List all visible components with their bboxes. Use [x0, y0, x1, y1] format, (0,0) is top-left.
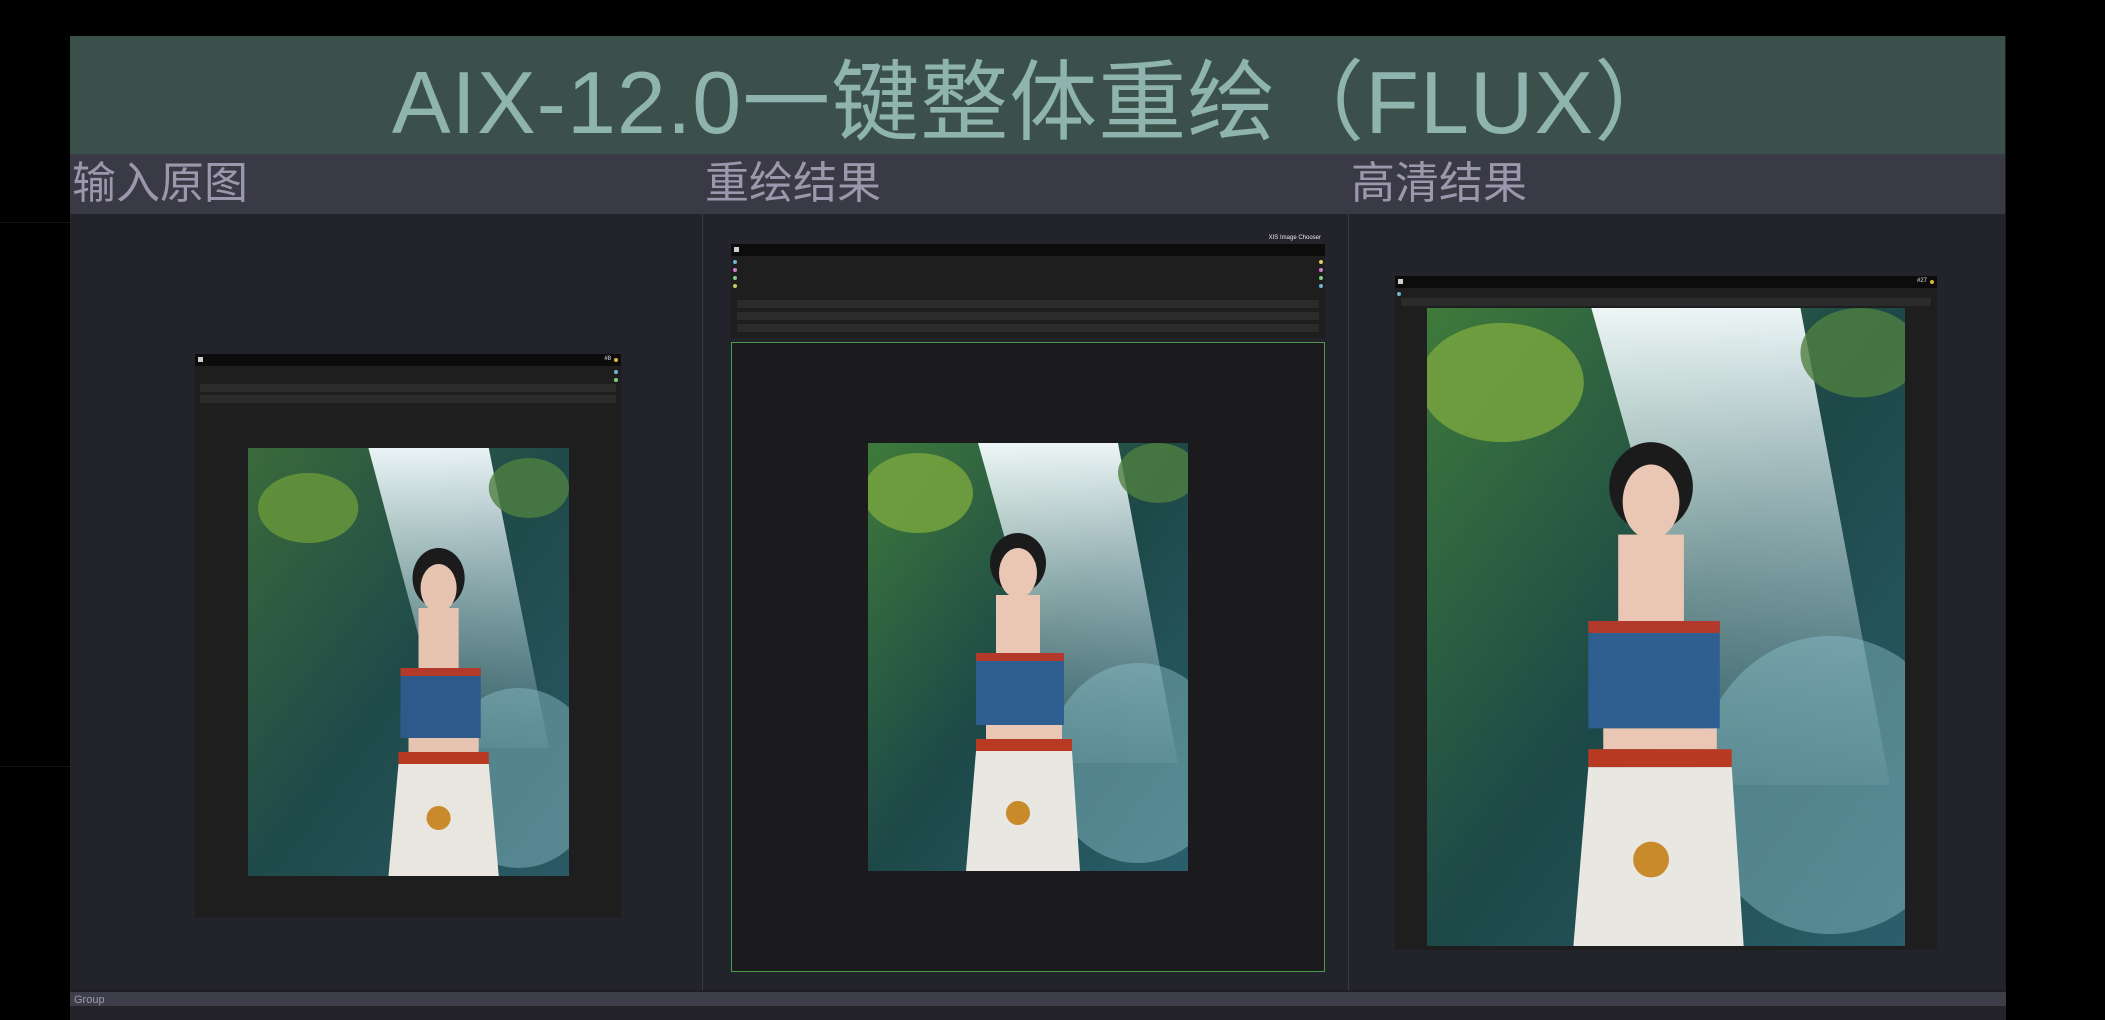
canvas-link-line: [0, 222, 70, 223]
load-image-node[interactable]: #8: [195, 354, 621, 918]
chooser-preview-area[interactable]: [731, 342, 1325, 972]
node-title-bar[interactable]: [731, 244, 1325, 256]
input-port[interactable]: [733, 284, 737, 288]
output-port[interactable]: [1319, 284, 1323, 288]
redraw-image[interactable]: [868, 443, 1188, 871]
column-header-redraw: 重绘结果: [703, 154, 1348, 214]
node-status-icon: [1930, 280, 1934, 284]
column-header-hd: 高清结果: [1349, 154, 2005, 214]
preview-image-node[interactable]: #27: [1395, 276, 1937, 950]
node-widget[interactable]: [200, 384, 616, 392]
canvas-link-line: [0, 766, 70, 767]
output-port[interactable]: [1319, 276, 1323, 280]
output-port[interactable]: [1319, 268, 1323, 272]
node-widget[interactable]: [737, 300, 1319, 308]
group-footer-band: [70, 1006, 2006, 1020]
hd-image: [1427, 308, 1905, 946]
node-widget[interactable]: [737, 324, 1319, 332]
node-widget[interactable]: [200, 395, 616, 403]
column-redraw: 重绘结果 XIS Image Chooser: [703, 154, 1348, 990]
output-port[interactable]: [1319, 260, 1323, 264]
column-hd: 高清结果 #27: [1349, 154, 2005, 990]
input-port[interactable]: [733, 268, 737, 272]
node-badge: #8: [604, 356, 611, 362]
input-port[interactable]: [733, 276, 737, 280]
node-badge: #27: [1916, 278, 1927, 284]
group-label: Group: [74, 994, 105, 1006]
node-title-bar[interactable]: [195, 354, 621, 366]
page-title: AIX-12.0一键整体重绘（FLUX）: [391, 52, 1684, 152]
node-widget[interactable]: [737, 312, 1319, 320]
output-port[interactable]: [614, 378, 618, 382]
image-chooser-node[interactable]: XIS Image Chooser: [731, 235, 1325, 338]
input-image: [248, 448, 569, 876]
node-collapse-icon[interactable]: [1398, 279, 1403, 284]
node-title: XIS Image Chooser: [1268, 235, 1321, 241]
title-bar: AIX-12.0一键整体重绘（FLUX）: [70, 36, 2005, 154]
column-input: 输入原图 #8: [70, 154, 702, 990]
output-port[interactable]: [614, 370, 618, 374]
node-collapse-icon[interactable]: [734, 247, 739, 252]
column-header-input: 输入原图: [70, 154, 702, 214]
node-title-bar[interactable]: [1395, 276, 1937, 288]
node-collapse-icon[interactable]: [198, 357, 203, 362]
input-port[interactable]: [1397, 292, 1401, 296]
node-widget[interactable]: [1401, 298, 1931, 306]
node-status-icon: [614, 358, 618, 362]
input-port[interactable]: [733, 260, 737, 264]
